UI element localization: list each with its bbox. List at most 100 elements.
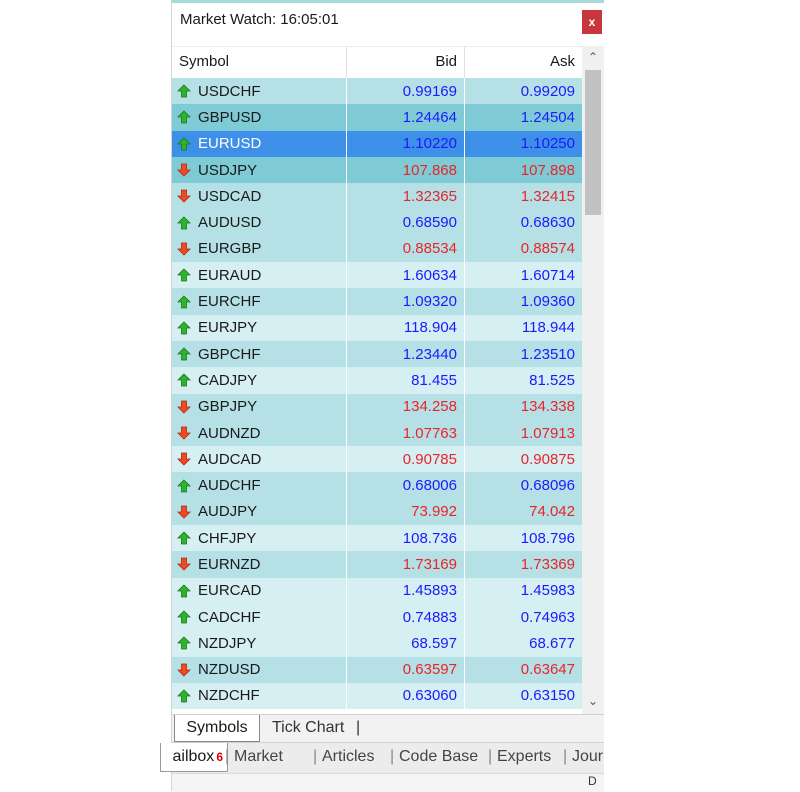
terminal-tab-label: Experts: [497, 748, 552, 765]
bid-cell: 0.74883: [347, 603, 465, 631]
terminal-tab-code-base[interactable]: Code Base: [399, 743, 478, 771]
table-row[interactable]: AUDUSD 0.68590 0.68630: [172, 209, 582, 236]
ask-cell: 68.677: [529, 634, 575, 652]
ask-cell: 1.24504: [520, 108, 575, 126]
symbol-label: EURAUD: [198, 266, 262, 284]
column-header-ask[interactable]: Ask: [465, 47, 582, 78]
terminal-tab-separator: |: [225, 748, 230, 765]
table-row[interactable]: GBPUSD 1.24464 1.24504: [172, 104, 582, 131]
table-row[interactable]: CADJPY 81.455 81.525: [172, 367, 582, 394]
terminal-tab-jour[interactable]: Jour: [572, 743, 603, 771]
bid-cell: 1.45893: [347, 577, 465, 604]
table-row[interactable]: CHFJPY 108.736 108.796: [172, 525, 582, 552]
symbol-cell: USDCAD: [172, 183, 347, 210]
symbol-cell: AUDNZD: [172, 419, 347, 447]
terminal-tab-label: Articles: [322, 748, 375, 765]
terminal-tabs: ailbox 6 | Market | Articles | Code Base | Expert…: [160, 742, 604, 773]
symbol-label: CADJPY: [198, 371, 258, 389]
table-row[interactable]: AUDCAD 0.90785 0.90875: [172, 446, 582, 473]
table-row[interactable]: EURCHF 1.09320 1.09360: [172, 288, 582, 315]
ask-cell: 0.99209: [520, 82, 575, 100]
bid-cell: 0.63597: [347, 656, 465, 683]
terminal-tab-experts[interactable]: Experts: [497, 743, 551, 771]
table-row[interactable]: USDCAD 1.32365 1.32415: [172, 183, 582, 210]
ask-cell: 0.68630: [520, 214, 575, 232]
close-button[interactable]: x: [582, 10, 602, 34]
vertical-scrollbar[interactable]: ⌃ ⌄: [582, 46, 604, 714]
symbol-label: USDCHF: [198, 82, 261, 100]
ask-cell: 1.32415: [520, 187, 575, 205]
bid-cell: 118.904: [347, 314, 465, 341]
table-row[interactable]: AUDJPY 73.992 74.042: [172, 498, 582, 526]
symbol-cell: EURJPY: [172, 314, 347, 341]
bid-cell: 1.23440: [347, 340, 465, 368]
symbol-label: AUDCAD: [198, 450, 262, 468]
table-row[interactable]: USDCHF 0.99169 0.99209: [172, 78, 582, 105]
table-row[interactable]: NZDJPY 68.597 68.677: [172, 630, 582, 657]
bid-cell: 0.99169: [347, 78, 465, 105]
bid-cell: 68.597: [347, 630, 465, 657]
symbol-cell: EURCAD: [172, 577, 347, 604]
table-row[interactable]: GBPJPY 134.258 134.338: [172, 393, 582, 420]
terminal-tab-market[interactable]: Market: [234, 743, 283, 771]
table-row[interactable]: GBPCHF 1.23440 1.23510: [172, 340, 582, 368]
ask-cell: 0.68096: [520, 477, 575, 495]
arrow-up-icon: [177, 689, 191, 703]
symbol-cell: EURGBP: [172, 235, 347, 263]
symbol-cell: EURNZD: [172, 551, 347, 578]
symbol-cell: AUDJPY: [172, 498, 347, 526]
table-row[interactable]: EURNZD 1.73169 1.73369: [172, 551, 582, 578]
table-row[interactable]: EURUSD 1.10220 1.10250: [172, 130, 582, 157]
bid-cell: 1.09320: [347, 288, 465, 315]
symbol-cell: EURCHF: [172, 288, 347, 315]
symbol-label: EURGBP: [198, 240, 262, 258]
tab-tick-chart[interactable]: Tick Chart: [272, 715, 344, 741]
arrow-down-icon: [177, 163, 191, 177]
bid-cell: 0.63060: [347, 682, 465, 710]
scroll-up-icon[interactable]: ⌃: [582, 50, 604, 68]
table-row[interactable]: AUDNZD 1.07763 1.07913: [172, 419, 582, 447]
symbol-label: NZDCHF: [198, 687, 260, 705]
ask-cell: 0.63647: [520, 661, 575, 679]
scroll-down-icon[interactable]: ⌄: [582, 694, 604, 712]
table-row[interactable]: USDJPY 107.868 107.898: [172, 156, 582, 184]
table-row[interactable]: AUDCHF 0.68006 0.68096: [172, 472, 582, 499]
arrow-up-icon: [177, 531, 191, 545]
table-row[interactable]: EURJPY 118.904 118.944: [172, 314, 582, 341]
ask-cell: 0.74963: [520, 608, 575, 626]
table-row[interactable]: CADCHF 0.74883 0.74963: [172, 603, 582, 631]
arrow-up-icon: [177, 216, 191, 230]
table-row[interactable]: EURAUD 1.60634 1.60714: [172, 262, 582, 289]
terminal-tab-ailbox[interactable]: ailbox 6: [160, 743, 228, 772]
scrollbar-thumb[interactable]: [585, 70, 601, 215]
terminal-tab-articles[interactable]: Articles: [322, 743, 374, 771]
terminal-tab-label: ailbox: [172, 748, 215, 765]
bid-cell: 81.455: [347, 367, 465, 394]
ask-cell: 1.60714: [520, 266, 575, 284]
symbol-label: NZDJPY: [198, 634, 257, 652]
panel-title: Market Watch: 16:05:01: [180, 11, 339, 28]
table-row[interactable]: EURGBP 0.88534 0.88574: [172, 235, 582, 263]
tab-symbols[interactable]: Symbols: [174, 715, 260, 742]
ask-cell: 107.898: [520, 161, 575, 179]
bid-cell: 1.24464: [347, 104, 465, 131]
terminal-tab-separator: |: [390, 748, 395, 765]
ask-cell: 118.944: [521, 319, 575, 337]
arrow-down-icon: [177, 189, 191, 203]
arrow-down-icon: [177, 242, 191, 256]
table-row[interactable]: NZDCHF 0.63060 0.63150: [172, 682, 582, 710]
column-header-bid[interactable]: Bid: [347, 47, 465, 78]
ask-cell: 108.796: [520, 529, 575, 547]
symbol-cell: NZDUSD: [172, 656, 347, 683]
table-row[interactable]: NZDUSD 0.63597 0.63647: [172, 656, 582, 683]
tab-separator: |: [356, 719, 361, 736]
ask-cell: 1.07913: [520, 424, 575, 442]
ask-cell: 1.23510: [520, 345, 575, 363]
table-row[interactable]: EURCAD 1.45893 1.45983: [172, 577, 582, 604]
column-header-symbol[interactable]: Symbol: [172, 47, 347, 78]
arrow-up-icon: [177, 294, 191, 308]
terminal-tab-label: Market: [234, 748, 283, 765]
terminal-tab-label: Code Base: [399, 748, 479, 765]
ask-cell: 81.525: [529, 371, 575, 389]
symbol-cell: CHFJPY: [172, 525, 347, 552]
